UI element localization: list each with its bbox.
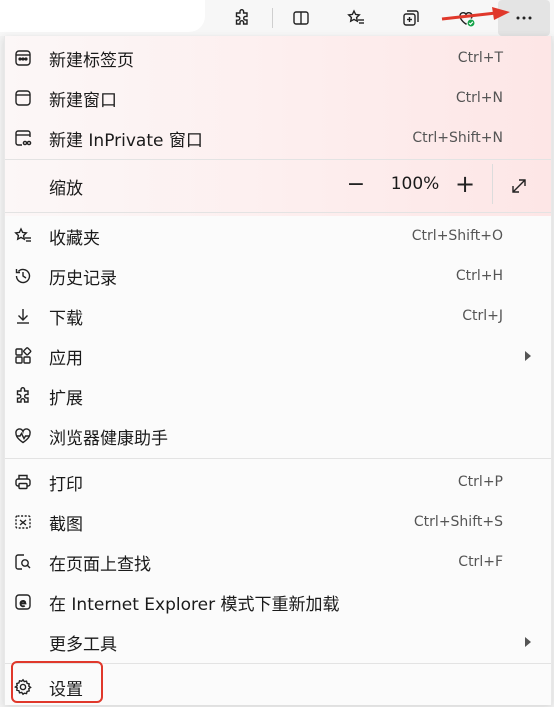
menu-item-label: 扩展 — [49, 388, 83, 409]
new-window-icon — [13, 88, 33, 108]
menu-item-downloads[interactable]: 下载 Ctrl+J — [5, 296, 551, 336]
menu-item-label: 应用 — [49, 348, 83, 369]
menu-item-shortcut: Ctrl+Shift+S — [413, 514, 503, 530]
menu-item-screenshot[interactable]: 截图 Ctrl+Shift+S — [5, 502, 551, 542]
menu-item-label: 历史记录 — [49, 268, 117, 289]
menu-item-label: 截图 — [49, 514, 83, 535]
menu-divider — [5, 212, 551, 213]
annotation-arrow-icon — [441, 7, 510, 21]
menu-item-new-window[interactable]: 新建窗口 Ctrl+N — [5, 78, 551, 118]
menu-item-label: 在 Internet Explorer 模式下重新加载 — [49, 594, 340, 615]
menu-item-print[interactable]: 打印 Ctrl+P — [5, 462, 551, 502]
inprivate-icon — [13, 128, 33, 148]
gear-icon — [13, 677, 33, 697]
menu-item-find-on-page[interactable]: 在页面上查找 Ctrl+F — [5, 542, 551, 582]
history-icon — [13, 266, 33, 286]
menu-item-label: 收藏夹 — [49, 228, 100, 249]
menu-item-new-inprivate-window[interactable]: 新建 InPrivate 窗口 Ctrl+Shift+N — [5, 118, 551, 158]
menu-item-shortcut: Ctrl+J — [462, 308, 503, 324]
menu-item-apps[interactable]: 应用 — [5, 336, 551, 376]
full-screen-button[interactable] — [505, 172, 533, 200]
address-bar[interactable] — [0, 0, 205, 32]
split-screen-icon — [293, 11, 309, 25]
ie-icon — [13, 592, 33, 612]
favorites-icon — [13, 226, 33, 246]
collections-icon — [403, 10, 419, 26]
zoom-row: 缩放 − 100% + — [5, 160, 551, 212]
menu-item-label: 新建标签页 — [49, 50, 134, 71]
expand-diagonal-icon — [512, 179, 526, 193]
apps-icon — [13, 346, 33, 366]
menu-item-history[interactable]: 历史记录 Ctrl+H — [5, 256, 551, 296]
zoom-out-button[interactable]: − — [342, 170, 370, 198]
menu-item-label: 浏览器健康助手 — [49, 428, 168, 449]
find-icon — [13, 552, 33, 572]
new-tab-icon — [13, 48, 33, 68]
submenu-arrow-icon — [525, 351, 531, 361]
collections-button[interactable] — [395, 2, 427, 34]
menu-item-shortcut: Ctrl+H — [455, 268, 503, 284]
submenu-arrow-icon — [525, 637, 531, 647]
zoom-level: 100% — [390, 174, 440, 194]
menu-item-label: 打印 — [49, 474, 83, 495]
screenshot-icon — [13, 512, 33, 532]
menu-item-favorites[interactable]: 收藏夹 Ctrl+Shift+O — [5, 216, 551, 256]
favorites-button[interactable] — [340, 2, 372, 34]
menu-item-shortcut: Ctrl+T — [457, 50, 503, 66]
menu-item-shortcut: Ctrl+Shift+N — [412, 130, 503, 146]
zoom-in-button[interactable]: + — [451, 170, 479, 198]
menu-item-new-tab[interactable]: 新建标签页 Ctrl+T — [5, 38, 551, 78]
extensions-icon — [13, 386, 33, 406]
menu-item-reload-ie-mode[interactable]: 在 Internet Explorer 模式下重新加载 — [5, 582, 551, 622]
print-icon — [13, 472, 33, 492]
menu-item-label: 新建 InPrivate 窗口 — [49, 130, 203, 151]
browser-toolbar — [0, 0, 554, 36]
menu-item-browser-essentials[interactable]: 浏览器健康助手 — [5, 416, 551, 456]
menu-item-label: 下载 — [49, 308, 83, 329]
settings-and-more-menu: 新建标签页 Ctrl+T 新建窗口 Ctrl+N 新建 InPrivate 窗口… — [4, 36, 552, 705]
menu-item-more-tools[interactable]: 更多工具 — [5, 622, 551, 662]
extensions-button[interactable] — [226, 2, 258, 34]
menu-item-shortcut: Ctrl+F — [458, 554, 503, 570]
menu-item-label: 设置 — [49, 679, 83, 700]
zoom-label: 缩放 — [49, 179, 83, 199]
download-icon — [13, 306, 33, 326]
menu-item-shortcut: Ctrl+Shift+O — [411, 228, 503, 244]
more-horizontal-icon — [516, 16, 532, 20]
menu-item-label: 更多工具 — [49, 634, 117, 655]
health-icon — [13, 426, 33, 446]
menu-divider — [5, 663, 551, 664]
menu-item-shortcut: Ctrl+P — [457, 474, 503, 490]
menu-item-shortcut: Ctrl+N — [455, 90, 503, 106]
zoom-separator — [492, 164, 493, 204]
puzzle-icon — [235, 9, 248, 25]
menu-item-extensions[interactable]: 扩展 — [5, 376, 551, 416]
menu-divider — [5, 458, 551, 459]
menu-item-label: 在页面上查找 — [49, 554, 151, 575]
menu-item-settings[interactable]: 设置 — [5, 667, 551, 707]
star-list-icon — [347, 9, 364, 24]
split-screen-button[interactable] — [285, 2, 317, 34]
menu-item-label: 新建窗口 — [49, 90, 117, 111]
